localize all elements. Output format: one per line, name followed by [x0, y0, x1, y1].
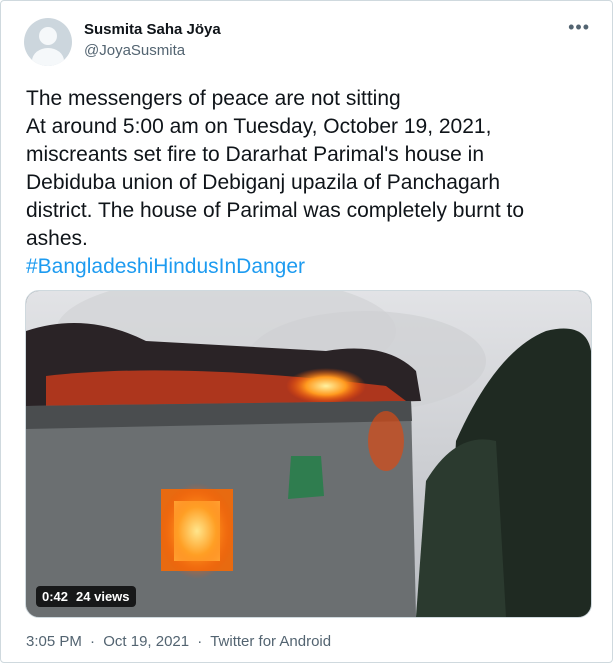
video-player[interactable]: 0:42 24 views	[25, 290, 592, 618]
avatar-head-shape	[39, 27, 57, 45]
tweet-text: The messengers of peace are not sitting …	[26, 85, 596, 281]
tweet-card: Susmita Saha Jöya @JoyaSusmita ••• The m…	[0, 0, 613, 663]
tweet-line: At around 5:00 am on Tuesday, October 19…	[26, 115, 492, 138]
author-display-name[interactable]: Susmita Saha Jöya	[84, 21, 221, 38]
tweet-line: district. The house of Parimal was compl…	[26, 199, 525, 222]
more-options-icon[interactable]: •••	[568, 17, 590, 38]
tweet-line: Debiduba union of Debiganj upazila of Pa…	[26, 171, 501, 194]
author-handle[interactable]: @JoyaSusmita	[84, 42, 185, 59]
tweet-line: ashes.	[26, 227, 88, 250]
meta-separator: ·	[90, 633, 96, 650]
meta-separator: ·	[197, 633, 203, 650]
video-duration: 0:42	[36, 586, 73, 607]
tweet-meta: 3:05 PM · Oct 19, 2021 · Twitter for And…	[26, 633, 331, 650]
tweet-line: The messengers of peace are not sitting	[26, 87, 401, 110]
tweet-line: miscreants set fire to Dararhat Parimal'…	[26, 143, 485, 166]
tweet-source[interactable]: Twitter for Android	[210, 633, 331, 650]
avatar-body-shape	[32, 48, 64, 66]
tweet-date[interactable]: Oct 19, 2021	[103, 633, 189, 650]
video-badges: 0:42 24 views	[36, 586, 136, 607]
tweet-time[interactable]: 3:05 PM	[26, 633, 82, 650]
hashtag-link[interactable]: #BangladeshiHindusInDanger	[26, 253, 596, 281]
video-frame	[26, 291, 591, 617]
avatar[interactable]	[24, 18, 72, 66]
video-views: 24 views	[72, 586, 136, 607]
